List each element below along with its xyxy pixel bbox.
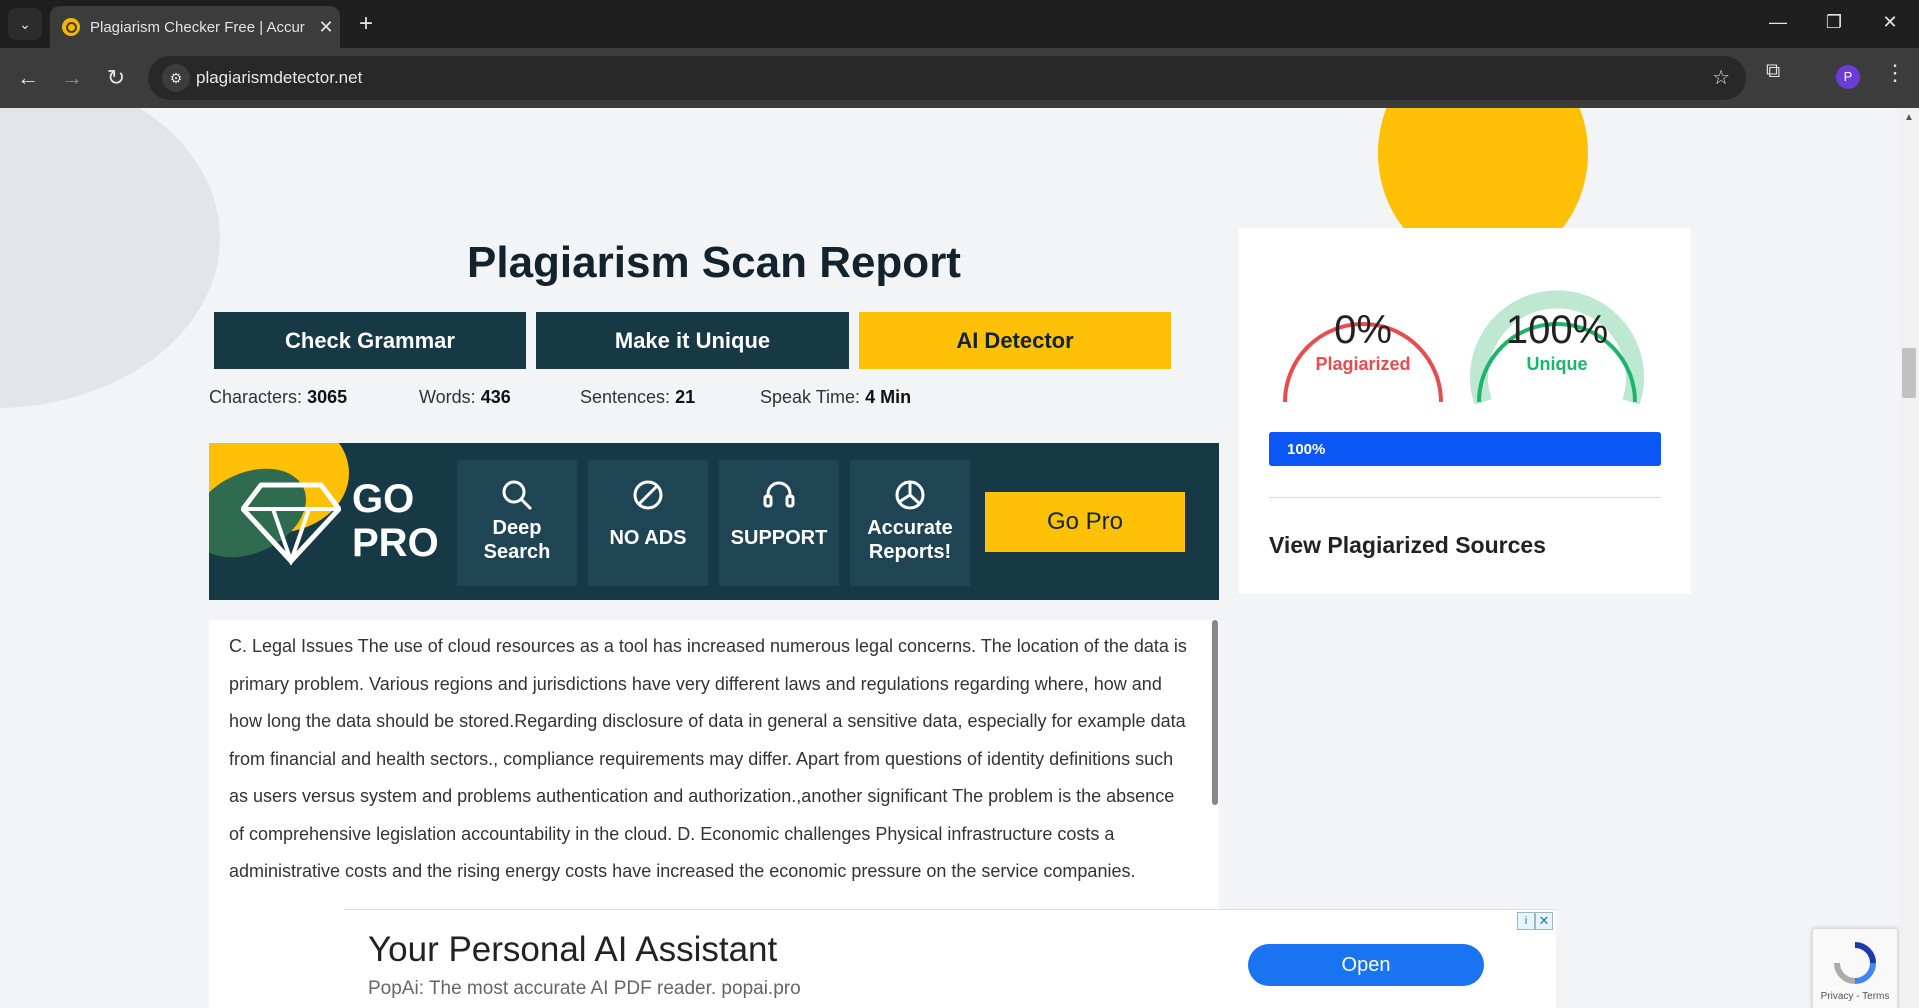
go-pro-button[interactable]: Go Pro [985, 492, 1185, 552]
pie-chart-icon [895, 480, 925, 510]
feature-deep-search: Deep Search [457, 460, 577, 586]
progress-text: 100% [1287, 441, 1326, 458]
results-card: 0% Plagiarized 100% Unique 100% View Pla… [1239, 228, 1691, 594]
favicon-icon [62, 18, 80, 36]
minimize-button[interactable]: — [1758, 12, 1798, 33]
browser-tab[interactable]: Plagiarism Checker Free | Accur ✕ [50, 6, 340, 48]
headset-icon [763, 481, 795, 508]
reload-icon[interactable]: ↻ [100, 62, 132, 94]
close-window-button[interactable]: ✕ [1870, 12, 1910, 33]
feature-accurate-reports: Accurate Reports! [850, 460, 970, 586]
plagiarized-percent: 0% [1334, 308, 1392, 352]
page-title: Plagiarism Scan Report [467, 238, 961, 287]
feature-label: SUPPORT [730, 527, 828, 549]
sentences-stat: Sentences: 21 [580, 387, 696, 407]
address-bar: ← → ↻ ⚙ plagiarismdetector.net ☆ ⧉ P ⋮ [0, 48, 1919, 108]
page-scrollbar[interactable] [1900, 108, 1919, 1008]
ad-info-icon[interactable]: i [1517, 912, 1535, 930]
back-icon[interactable]: ← [12, 62, 44, 94]
url-text[interactable]: plagiarismdetector.net [196, 68, 362, 88]
omnibox[interactable]: ⚙ plagiarismdetector.net ☆ [148, 56, 1746, 100]
ad-subtext[interactable]: PopAi: The most accurate AI PDF reader. … [368, 978, 801, 1000]
text-scrollbar[interactable] [1212, 620, 1218, 805]
unique-label: Unique [1526, 354, 1588, 374]
scanned-text: C. Legal Issues The use of cloud resourc… [229, 636, 1187, 881]
feature-support: SUPPORT [719, 460, 839, 586]
progress-fill [1269, 432, 1661, 466]
feature-label: Deep Search [483, 517, 551, 563]
tab-search-button[interactable]: ⌄ [8, 8, 42, 40]
page-scrollbar-thumb[interactable] [1902, 348, 1916, 398]
new-tab-button[interactable]: + [352, 10, 380, 38]
check-grammar-button[interactable]: Check Grammar [214, 312, 526, 369]
plagiarized-label: Plagiarized [1315, 354, 1411, 374]
menu-icon[interactable]: ⋮ [1884, 60, 1906, 86]
ai-detector-button[interactable]: AI Detector [859, 312, 1171, 369]
words-stat: Words: 436 [419, 387, 511, 407]
view-plagiarized-sources[interactable]: View Plagiarized Sources [1269, 532, 1546, 559]
go-pro-banner: GO PRO Deep Search NO ADS SUPPORT Accura… [209, 443, 1219, 600]
go-pro-title: GO PRO [352, 477, 439, 565]
text-stats: Characters: 3065 Words: 436 Sentences: 2… [209, 387, 1219, 413]
forward-icon[interactable]: → [56, 62, 88, 94]
no-ads-icon [633, 480, 663, 510]
ad-banner[interactable]: Your Personal AI Assistant PopAi: The mo… [344, 909, 1556, 1008]
tab-close-icon[interactable]: ✕ [312, 17, 340, 38]
recaptcha-badge[interactable]: Privacy - Terms [1812, 928, 1898, 1008]
characters-stat: Characters: 3065 [209, 387, 348, 407]
tab-bar: ⌄ Plagiarism Checker Free | Accur ✕ + — … [0, 0, 1919, 48]
search-icon [502, 480, 533, 511]
bookmark-star-icon[interactable]: ☆ [1712, 65, 1730, 90]
feature-label: NO ADS [609, 527, 687, 549]
uniqueness-progress-bar: 100% [1269, 432, 1661, 466]
make-unique-button[interactable]: Make it Unique [536, 312, 849, 369]
unique-gauge: 100% Unique [1469, 264, 1645, 405]
pro-text: PRO [352, 521, 439, 565]
tab-title: Plagiarism Checker Free | Accur [90, 18, 305, 36]
feature-no-ads: NO ADS [588, 460, 708, 586]
extensions-icon[interactable]: ⧉ [1766, 60, 1780, 83]
plagiarized-gauge: 0% Plagiarized [1275, 264, 1451, 404]
scroll-up-icon[interactable]: ▲ [1904, 112, 1914, 123]
diamond-icon [241, 482, 341, 565]
ad-open-button[interactable]: Open [1248, 944, 1484, 986]
go-text: GO [352, 477, 415, 521]
page-viewport: Plagiarism Scan Report Check Grammar Mak… [0, 108, 1919, 1008]
unique-percent: 100% [1505, 308, 1609, 352]
ad-close-icon[interactable]: ✕ [1535, 912, 1553, 930]
feature-label: Accurate Reports! [867, 517, 953, 563]
restore-button[interactable]: ❐ [1814, 12, 1854, 33]
divider [1269, 497, 1661, 498]
recaptcha-icon [1834, 942, 1876, 984]
recaptcha-text[interactable]: Privacy - Terms [1813, 991, 1897, 1002]
avatar[interactable]: P [1836, 65, 1860, 89]
site-info-icon[interactable]: ⚙ [162, 64, 190, 92]
speak-time-stat: Speak Time: 4 Min [760, 387, 912, 407]
ad-headline[interactable]: Your Personal AI Assistant [368, 930, 777, 970]
